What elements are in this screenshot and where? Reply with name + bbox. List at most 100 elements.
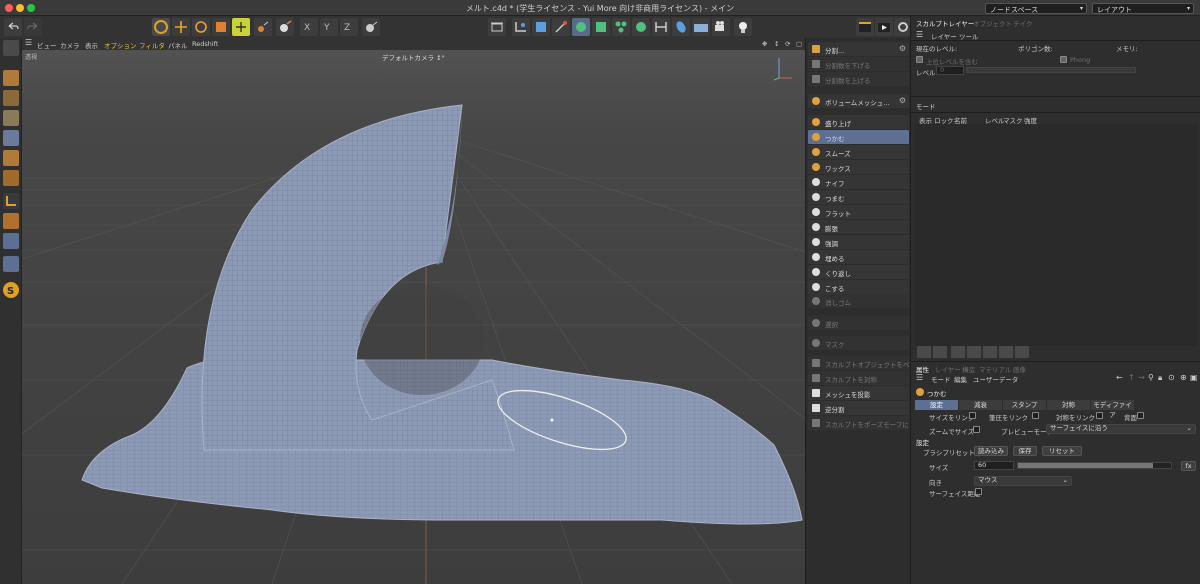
attributes-hamburger-icon[interactable]: ☰ xyxy=(916,373,923,382)
pin-icon[interactable]: ▣ xyxy=(1190,373,1198,382)
tab-structure[interactable]: 構造 xyxy=(962,364,975,374)
z-axis-lock-icon[interactable]: Z xyxy=(340,18,358,36)
texture-mode-icon[interactable] xyxy=(3,90,19,106)
filter-icon[interactable]: ⊙ xyxy=(1168,373,1175,382)
3d-viewport[interactable]: 透視 デフォルトカメラ ↕° xyxy=(22,50,805,584)
delete-layer-icon[interactable] xyxy=(1015,346,1029,358)
level-slider[interactable] xyxy=(966,67,1136,73)
scene-camera-icon[interactable] xyxy=(712,18,730,36)
menu-options[interactable]: オプション xyxy=(104,40,137,50)
tab-objects[interactable]: オブジェクト xyxy=(973,18,1012,28)
mograph-icon[interactable] xyxy=(612,18,630,36)
layout-select[interactable]: レイアウト ▾ xyxy=(1092,3,1194,14)
link-pressure-checkbox[interactable] xyxy=(1032,412,1039,419)
up-arrow-icon[interactable]: ↑ xyxy=(1128,373,1135,382)
amplify-brush-button[interactable]: 強調 xyxy=(808,235,909,249)
pull-brush-button[interactable]: こする xyxy=(808,280,909,294)
sculpt-to-pose-morph-button[interactable]: スカルプトをポーズモーフに xyxy=(808,416,909,430)
bake-sculpt-button[interactable]: スカルプトオブジェクトをベイク xyxy=(808,356,922,370)
add-folder-icon[interactable] xyxy=(933,346,947,358)
zoom-size-checkbox[interactable] xyxy=(973,426,980,433)
undo-icon[interactable] xyxy=(4,18,22,36)
direction-select[interactable]: マウス ⌄ xyxy=(974,476,1072,486)
menu-panel[interactable]: パネル xyxy=(168,40,188,50)
save-preset-button[interactable]: 保存 xyxy=(1013,446,1037,456)
attr-menu-user-data[interactable]: ユーザーデータ xyxy=(973,374,1018,384)
floor-icon[interactable] xyxy=(692,18,710,36)
backface-checkbox[interactable] xyxy=(1137,412,1144,419)
y-axis-lock-icon[interactable]: Y xyxy=(320,18,338,36)
points-mode-icon[interactable] xyxy=(3,130,19,146)
edges-mode-icon[interactable] xyxy=(3,150,19,166)
move-tool-icon[interactable] xyxy=(172,18,190,36)
phong-checkbox[interactable] xyxy=(1060,56,1067,63)
cube-primitive-icon[interactable] xyxy=(532,18,550,36)
rotate-tool-icon[interactable] xyxy=(192,18,210,36)
sculpt-brush-icon[interactable] xyxy=(3,256,19,272)
link-symmetry-checkbox[interactable] xyxy=(1096,412,1103,419)
mask-brush-button[interactable]: マスク xyxy=(808,336,909,350)
render-region-icon[interactable] xyxy=(488,18,506,36)
x-axis-lock-icon[interactable]: X xyxy=(300,18,318,36)
pinch-brush-button[interactable]: つまむ xyxy=(808,190,909,204)
reset-preset-button[interactable]: リセット xyxy=(1042,446,1082,456)
viewport-maximize-icon[interactable]: ▢ xyxy=(796,40,802,48)
decrease-subdivision-button[interactable]: 分割数を下げる xyxy=(808,57,909,71)
level-input[interactable]: 0 xyxy=(936,66,964,75)
tab-image[interactable]: 画像 xyxy=(1013,364,1026,374)
build-up-brush-button[interactable]: 盛り上げ xyxy=(808,115,909,129)
tab-layer[interactable]: レイヤー xyxy=(935,364,961,374)
surface-distance-checkbox[interactable] xyxy=(975,488,982,495)
attr-menu-edit[interactable]: 編集 xyxy=(954,374,967,384)
lock-icon[interactable]: 🔒︎ xyxy=(1158,373,1162,383)
settings-tab-settings[interactable]: 設定 xyxy=(915,400,958,410)
axis-mode-icon[interactable] xyxy=(3,110,19,126)
forward-arrow-icon[interactable]: → xyxy=(1138,373,1145,382)
duplicate-layer-icon[interactable] xyxy=(951,346,965,358)
field-icon[interactable] xyxy=(652,18,670,36)
menu-display[interactable]: 表示 xyxy=(85,40,98,50)
repeat-brush-button[interactable]: くり返し xyxy=(808,265,909,279)
deformer-icon[interactable] xyxy=(632,18,650,36)
select-brush-button[interactable]: 選択 xyxy=(808,316,909,330)
model-mode-icon[interactable] xyxy=(276,18,294,36)
settings-tab-modifiers[interactable]: モディファイア xyxy=(1091,400,1134,419)
wax-brush-button[interactable]: ワックス xyxy=(808,160,909,174)
menu-camera[interactable]: カメラ xyxy=(60,40,80,50)
node-space-select[interactable]: ノードスペース ▾ xyxy=(985,3,1087,14)
uv-mode-icon[interactable] xyxy=(3,193,19,209)
grab-brush-button[interactable]: つかむ xyxy=(808,130,909,144)
render-to-picture-viewer-icon[interactable] xyxy=(875,18,893,36)
camera-icon[interactable] xyxy=(512,18,530,36)
fx-button[interactable]: fx xyxy=(1181,461,1196,471)
attr-menu-mode[interactable]: モード xyxy=(931,374,951,384)
mask-layer-icon[interactable] xyxy=(983,346,997,358)
subscription-icon[interactable]: S xyxy=(3,282,19,298)
inflate-brush-button[interactable]: 膨張 xyxy=(808,220,909,234)
viewport-hamburger-icon[interactable]: ☰ xyxy=(25,38,32,47)
tag-icon[interactable] xyxy=(672,18,690,36)
layers-hamburger-icon[interactable]: ☰ xyxy=(916,30,923,39)
search-icon[interactable]: ⚲ xyxy=(1148,373,1154,382)
add-layer-icon[interactable] xyxy=(917,346,931,358)
size-input[interactable]: 60 xyxy=(974,461,1014,470)
subdivide-button[interactable]: 分割... ⚙ xyxy=(808,42,909,56)
layer-list[interactable] xyxy=(915,124,1197,346)
settings-tab-symmetry[interactable]: 対称 xyxy=(1047,400,1090,410)
clear-layer-icon[interactable] xyxy=(999,346,1013,358)
increase-subdivision-button[interactable]: 分割数を上げる xyxy=(808,72,909,86)
project-mesh-button[interactable]: メッシュを投影 xyxy=(808,386,909,400)
transform-tool-icon[interactable] xyxy=(232,18,250,36)
viewport-move-icon[interactable]: ✥ xyxy=(762,40,767,48)
settings-tab-stamp[interactable]: スタンプ xyxy=(1003,400,1046,410)
smooth-brush-button[interactable]: スムーズ xyxy=(808,145,909,159)
new-manager-icon[interactable]: ⊕ xyxy=(1180,373,1187,382)
load-preset-button[interactable]: 読み込み xyxy=(974,446,1008,456)
knife-brush-button[interactable]: ナイフ xyxy=(808,175,909,189)
include-upper-levels-checkbox[interactable] xyxy=(916,56,923,63)
link-size-checkbox[interactable] xyxy=(969,412,976,419)
tab-sculpt-layers[interactable]: スカルプトレイヤー xyxy=(916,18,974,28)
object-axis-icon[interactable] xyxy=(254,18,272,36)
live-selection-icon[interactable] xyxy=(152,18,170,36)
flatten-brush-button[interactable]: フラット xyxy=(808,205,909,219)
